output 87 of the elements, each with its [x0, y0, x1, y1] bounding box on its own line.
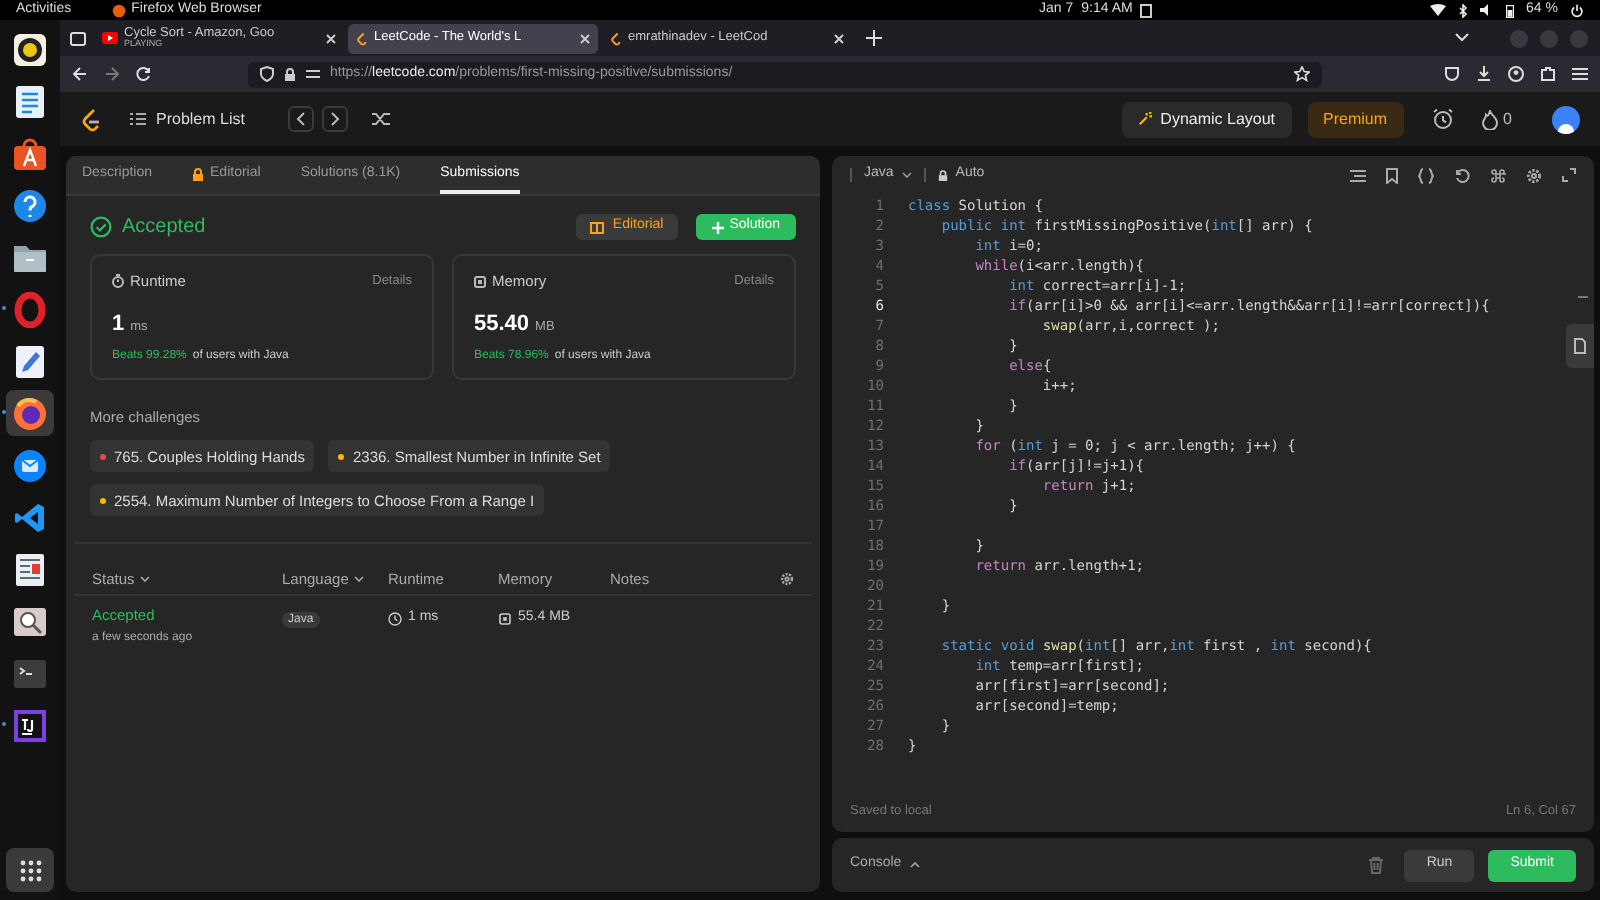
- bookmark-icon[interactable]: [1386, 167, 1398, 183]
- dock-item[interactable]: [6, 390, 54, 436]
- terminal-icon: [12, 657, 48, 689]
- close-tab-icon[interactable]: [326, 33, 336, 43]
- clipboard-icon: [1140, 3, 1153, 17]
- running-indicator: [2, 722, 6, 726]
- stat-value: 1: [112, 310, 125, 341]
- play-icon: [102, 32, 118, 44]
- fox-icon: [12, 395, 48, 431]
- stopwatch-icon: [112, 274, 124, 289]
- site-logo-icon: [356, 31, 368, 45]
- speaker-icon: [12, 31, 48, 67]
- sparkle-icon: [1138, 112, 1153, 126]
- accepted-status: Accepted: [122, 214, 206, 242]
- download-icon[interactable]: [1476, 66, 1492, 82]
- menu-icon[interactable]: [1572, 66, 1588, 82]
- browser-icon: [111, 3, 126, 17]
- document-icon: [14, 83, 46, 119]
- pencil-icon: [14, 343, 46, 379]
- back-icon[interactable]: [72, 66, 88, 82]
- chevron-left-icon: [296, 112, 307, 126]
- chevron-right-icon: [330, 112, 341, 126]
- running-indicator: [2, 306, 6, 310]
- alarm-clock-icon[interactable]: [1431, 108, 1454, 130]
- chevron-up-icon: [909, 862, 920, 868]
- list-icon: [130, 112, 146, 126]
- chevron-down-icon: [354, 576, 365, 583]
- logo-icon[interactable]: [80, 107, 102, 131]
- lock-icon: [192, 167, 205, 181]
- help-icon: [12, 187, 48, 223]
- new-tab-icon[interactable]: [866, 30, 882, 46]
- lock-icon: [284, 67, 296, 81]
- settings-icon[interactable]: [780, 572, 794, 587]
- reset-icon[interactable]: [1454, 167, 1470, 183]
- problem-list-link[interactable]: Problem List: [156, 107, 245, 131]
- reload-icon[interactable]: [136, 66, 152, 82]
- battery-icon: [1506, 3, 1515, 17]
- streak-count: 0: [1503, 107, 1512, 131]
- ring-icon: [14, 291, 46, 327]
- trash-icon[interactable]: [1368, 856, 1385, 874]
- shopping-bag-icon: [12, 135, 48, 171]
- clock-icon: [388, 612, 402, 626]
- book-icon: [590, 221, 605, 233]
- notes-tab[interactable]: [1566, 324, 1594, 368]
- bookmark-star-icon[interactable]: [1294, 66, 1310, 82]
- shield-icon: [260, 66, 274, 82]
- settings-icon[interactable]: [1526, 167, 1542, 183]
- show-apps-button[interactable]: [6, 848, 54, 892]
- chip-icon: [474, 275, 486, 288]
- tab-overview-icon[interactable]: [68, 28, 88, 48]
- format-icon[interactable]: [1350, 169, 1366, 181]
- newspaper-icon: [14, 551, 46, 587]
- extensions-icon[interactable]: [1540, 66, 1556, 82]
- next-problem-button[interactable]: [322, 106, 349, 132]
- power-icon: [1569, 3, 1584, 17]
- previous-problem-button[interactable]: [288, 106, 315, 132]
- avatar-icon[interactable]: [1552, 105, 1580, 133]
- folder-icon: [12, 241, 48, 273]
- close-tab-icon[interactable]: [580, 33, 590, 43]
- shuffle-icon[interactable]: [372, 112, 391, 126]
- pocket-icon[interactable]: [1444, 66, 1460, 82]
- chevron-down-icon: [901, 172, 912, 178]
- lock-icon: [937, 169, 948, 181]
- dynamic-layout-button[interactable]: Dynamic Layout: [1122, 101, 1292, 137]
- account-icon[interactable]: [1508, 66, 1524, 82]
- running-indicator: [2, 410, 6, 414]
- check-circle-icon: [90, 216, 112, 238]
- permissions-icon: [306, 68, 320, 80]
- magnifier-icon: [12, 605, 48, 637]
- command-icon[interactable]: [1490, 167, 1506, 183]
- premium-button[interactable]: Premium: [1307, 101, 1404, 137]
- grid-icon: [19, 859, 41, 881]
- flame-icon: [1481, 109, 1498, 129]
- plus-icon: [711, 221, 724, 233]
- chevron-down-icon: [140, 576, 151, 583]
- braces-icon[interactable]: [1418, 167, 1434, 183]
- bluetooth-icon: [1458, 3, 1469, 17]
- forward-icon[interactable]: [104, 66, 120, 82]
- chevron-down-icon[interactable]: [1454, 32, 1470, 44]
- close-tab-icon[interactable]: [834, 33, 844, 43]
- stat-value: 55.40: [474, 310, 530, 341]
- wifi-icon: [1430, 4, 1447, 16]
- chip-icon: [498, 612, 512, 626]
- site-logo-icon: [610, 31, 622, 45]
- ide-icon: [12, 707, 48, 743]
- expand-icon[interactable]: [1562, 168, 1576, 182]
- document-icon: [1574, 338, 1586, 354]
